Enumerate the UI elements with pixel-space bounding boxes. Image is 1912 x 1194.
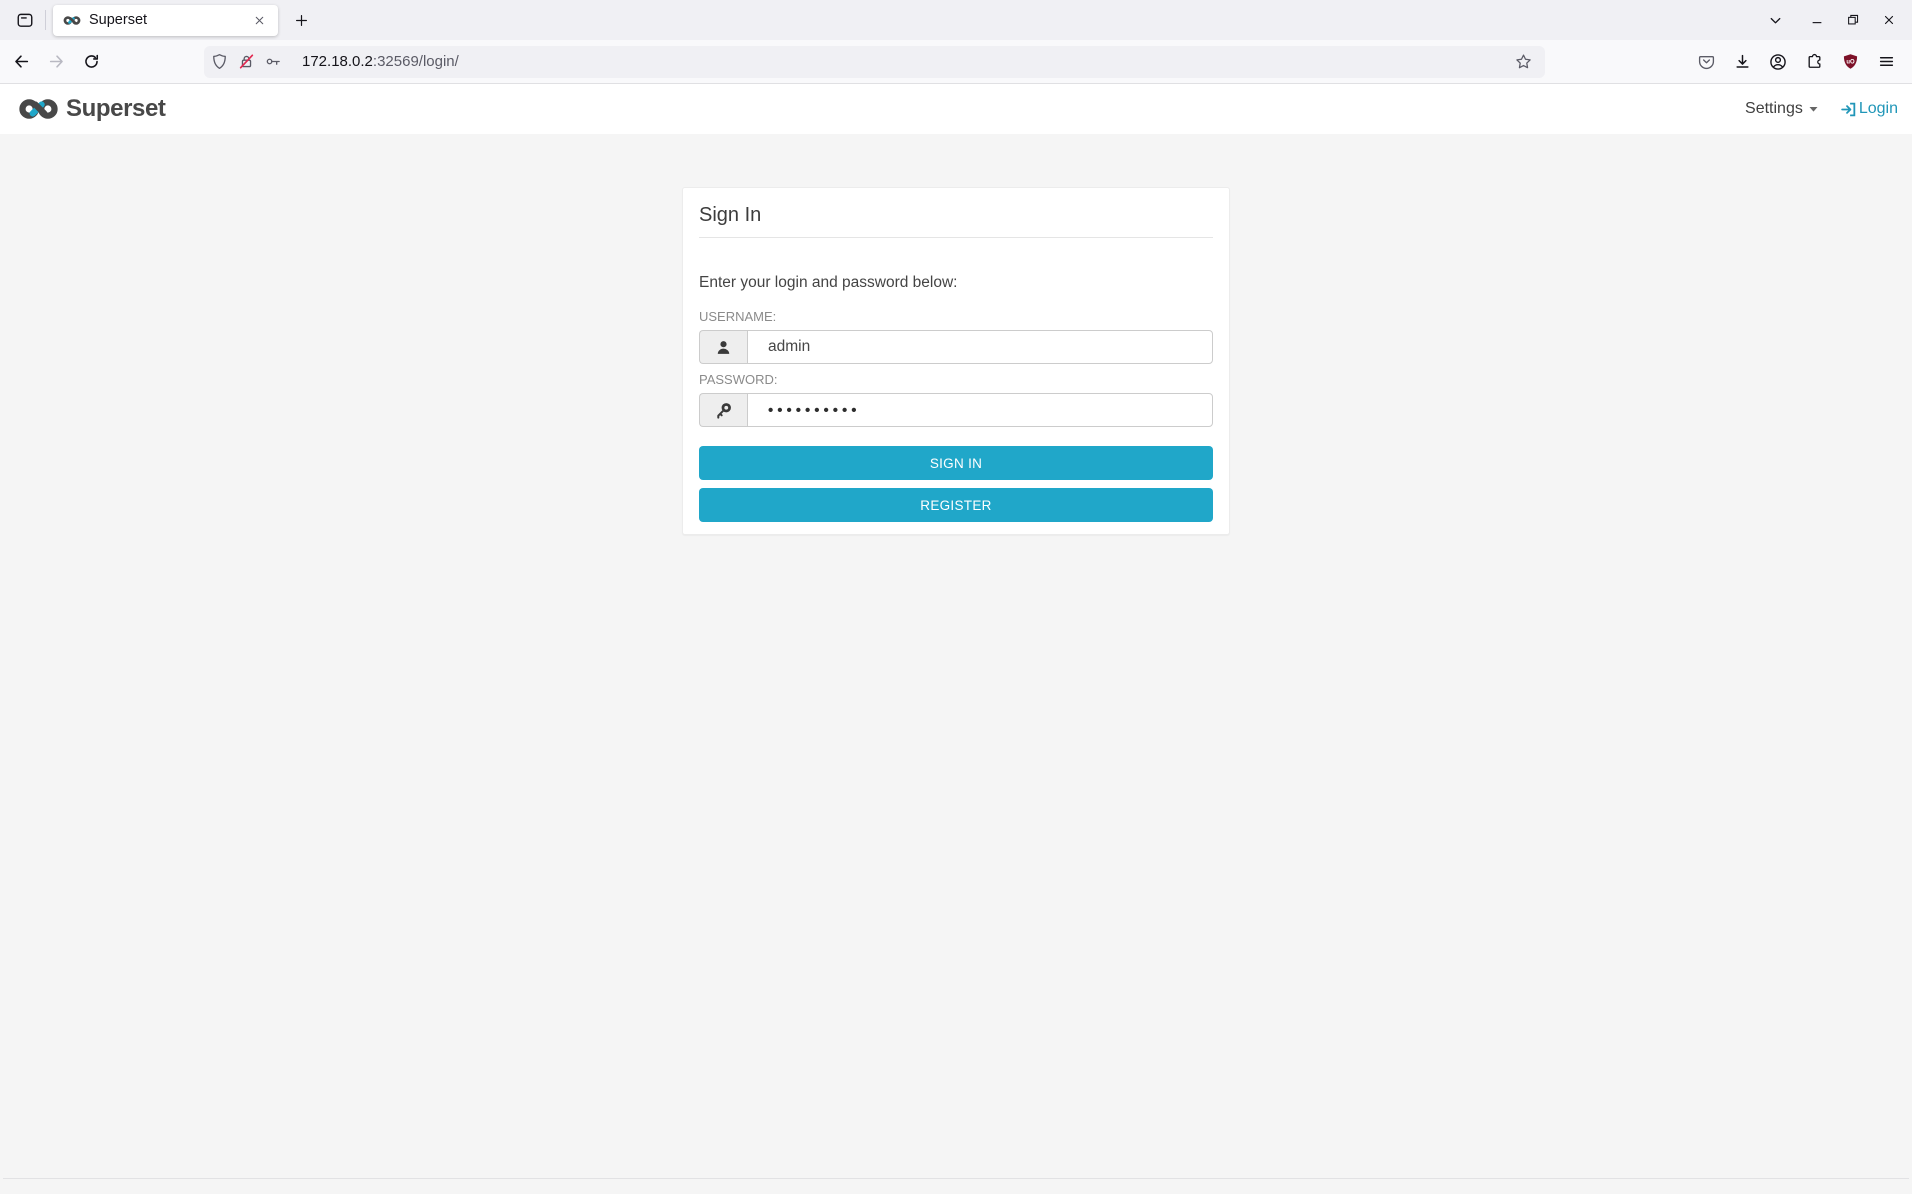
page-content: Sign In Enter your login and password be… — [0, 134, 1912, 1194]
toolbar-right-group: uO — [1692, 48, 1900, 76]
address-bar[interactable]: 172.18.0.2:32569/login/ — [204, 45, 1545, 78]
password-label: PASSWORD: — [699, 372, 778, 387]
url-host: 172.18.0.2 — [302, 53, 373, 70]
username-label: USERNAME: — [699, 309, 777, 324]
tracking-protection-button[interactable] — [206, 49, 233, 75]
close-window-button[interactable] — [1876, 7, 1902, 33]
star-icon — [1516, 54, 1531, 69]
password-input-group — [699, 393, 1213, 427]
ublock-button[interactable]: uO — [1836, 48, 1864, 76]
titlebar-separator — [45, 10, 46, 30]
account-icon — [1770, 53, 1786, 70]
browser-titlebar: Superset — [0, 0, 1912, 40]
close-icon — [1884, 15, 1894, 25]
password-addon — [699, 393, 747, 427]
connection-security-button[interactable] — [233, 49, 260, 75]
login-title: Sign In — [699, 204, 762, 226]
url-text[interactable]: 172.18.0.2:32569/login/ — [302, 53, 459, 70]
forward-button[interactable] — [41, 47, 71, 77]
login-link[interactable]: Login — [1840, 100, 1898, 118]
minimize-icon — [1812, 22, 1822, 24]
username-input-group — [699, 330, 1213, 364]
browser-tab[interactable]: Superset — [53, 4, 278, 36]
saved-login-key-button[interactable] — [260, 49, 287, 75]
forward-icon — [49, 55, 63, 68]
login-instruction: Enter your login and password below: — [699, 274, 958, 291]
password-input[interactable] — [747, 393, 1213, 427]
user-icon — [717, 340, 730, 354]
tab-list-button[interactable] — [1760, 5, 1790, 35]
login-label: Login — [1858, 100, 1898, 117]
restore-icon — [1848, 14, 1859, 25]
pocket-icon — [1698, 56, 1714, 70]
puzzle-icon — [1808, 53, 1820, 68]
maximize-button[interactable] — [1840, 7, 1866, 33]
superset-favicon — [63, 15, 81, 25]
back-button[interactable] — [6, 47, 36, 77]
username-addon — [699, 330, 747, 364]
reload-icon — [84, 54, 98, 68]
shield-icon — [213, 54, 226, 69]
downloads-button[interactable] — [1728, 48, 1756, 76]
brand-name: Superset — [66, 95, 166, 122]
superset-logo[interactable]: Superset — [18, 95, 166, 123]
ublock-shield-icon: uO — [1843, 54, 1857, 69]
back-icon — [14, 55, 28, 68]
bookmark-button[interactable] — [1510, 49, 1537, 75]
account-button[interactable] — [1764, 48, 1792, 76]
firefox-view-icon — [17, 13, 33, 27]
reload-button[interactable] — [76, 47, 106, 77]
settings-menu[interactable]: Settings — [1745, 100, 1818, 118]
firefox-view-button[interactable] — [10, 5, 40, 35]
key-icon — [266, 58, 280, 65]
hamburger-icon — [1879, 57, 1893, 66]
svg-text:uO: uO — [1846, 59, 1855, 65]
caret-down-icon — [1809, 106, 1818, 112]
close-icon — [255, 16, 263, 24]
sign-in-button[interactable]: SIGN IN — [699, 446, 1213, 480]
menu-button[interactable] — [1872, 48, 1900, 76]
browser-toolbar: 172.18.0.2:32569/login/ uO — [0, 40, 1912, 84]
pocket-button[interactable] — [1692, 48, 1720, 76]
key-solid-icon — [717, 402, 731, 419]
register-button[interactable]: REGISTER — [699, 488, 1213, 522]
settings-label: Settings — [1745, 100, 1803, 117]
tab-close-button[interactable] — [248, 9, 270, 31]
minimize-button[interactable] — [1804, 7, 1830, 33]
login-card: Sign In Enter your login and password be… — [682, 187, 1230, 535]
footer-divider — [3, 1178, 1909, 1179]
plus-icon — [295, 14, 307, 26]
tab-title: Superset — [89, 12, 148, 28]
window-controls — [1804, 7, 1902, 33]
superset-navbar: Superset Settings Login — [0, 84, 1912, 134]
url-path: :32569/login/ — [372, 53, 459, 70]
title-divider — [699, 237, 1213, 238]
infinity-logo-icon — [19, 99, 58, 119]
new-tab-button[interactable] — [286, 5, 316, 35]
username-input[interactable] — [747, 330, 1213, 364]
lock-slash-icon — [239, 54, 254, 69]
navbar-right: Settings Login — [1745, 100, 1902, 118]
extensions-button[interactable] — [1800, 48, 1828, 76]
chevron-down-icon — [1770, 17, 1780, 23]
sign-in-icon — [1841, 102, 1856, 116]
download-icon — [1735, 54, 1749, 68]
